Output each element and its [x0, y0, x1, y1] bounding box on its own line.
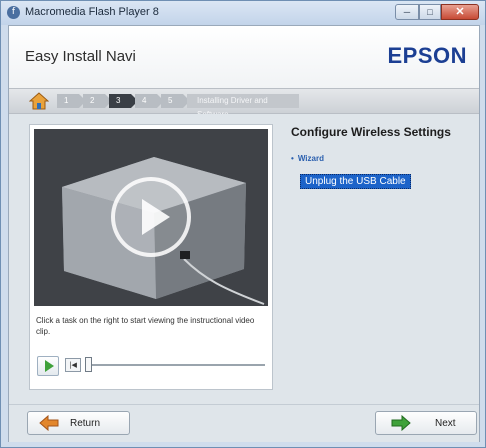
video-instructions: Click a task on the right to start viewi…: [36, 316, 255, 336]
step-5: 5: [161, 94, 190, 108]
step-3: 3: [109, 94, 138, 108]
video-panel: Click a task on the right to start viewi…: [29, 124, 273, 390]
task-section-wizard: • Wizard: [291, 154, 324, 163]
seek-track[interactable]: [85, 364, 265, 366]
header: Easy Install Navi EPSON: [9, 26, 479, 88]
video-play-overlay[interactable]: [111, 177, 191, 257]
main-area: Click a task on the right to start viewi…: [9, 114, 479, 404]
return-arrow-icon: [39, 415, 59, 431]
task-section-label: Wizard: [297, 154, 324, 163]
flash-player-icon: f: [7, 6, 20, 19]
home-icon[interactable]: [29, 92, 49, 110]
current-step-label: Installing Driver and Software: [187, 94, 299, 119]
return-button[interactable]: Return: [27, 411, 130, 435]
seek-thumb[interactable]: [85, 357, 92, 372]
task-panel-title: Configure Wireless Settings: [291, 125, 451, 139]
step-4: 4: [135, 94, 164, 108]
next-arrow-icon: [391, 415, 411, 431]
step-4-label: 4: [142, 96, 147, 105]
bullet: •: [291, 154, 294, 163]
footer: Return Next: [9, 404, 479, 442]
minimize-button[interactable]: ─: [395, 4, 419, 20]
next-button-label: Next: [435, 418, 456, 429]
task-link-unplug-usb-cable[interactable]: Unplug the USB Cable: [300, 174, 411, 189]
step-progress-bar: 1 2 3 4 5 Installing Driver and Software: [9, 88, 479, 119]
step-3-label: 3: [116, 96, 121, 105]
title-bar[interactable]: f Macromedia Flash Player 8 ─ □ ✕: [1, 1, 485, 25]
close-button[interactable]: ✕: [441, 4, 479, 20]
step-2-label: 2: [90, 96, 95, 105]
next-button[interactable]: Next: [375, 411, 477, 435]
step-5-label: 5: [168, 96, 173, 105]
play-button[interactable]: [37, 356, 59, 376]
page-title: Easy Install Navi: [25, 48, 136, 65]
step-1: 1: [57, 94, 86, 108]
step-2: 2: [83, 94, 112, 108]
app-window: f Macromedia Flash Player 8 ─ □ ✕ Easy I…: [0, 0, 486, 448]
return-button-label: Return: [70, 418, 101, 429]
epson-logo: EPSON: [387, 43, 467, 68]
rewind-button[interactable]: |◀: [65, 358, 81, 372]
step-1-label: 1: [64, 96, 69, 105]
installer-content: Easy Install Navi EPSON 1 2 3 4 5 Instal…: [8, 25, 480, 442]
play-icon: [45, 360, 54, 372]
video-screen[interactable]: [34, 129, 268, 306]
window-title: Macromedia Flash Player 8: [25, 6, 159, 18]
maximize-button[interactable]: □: [419, 4, 441, 20]
